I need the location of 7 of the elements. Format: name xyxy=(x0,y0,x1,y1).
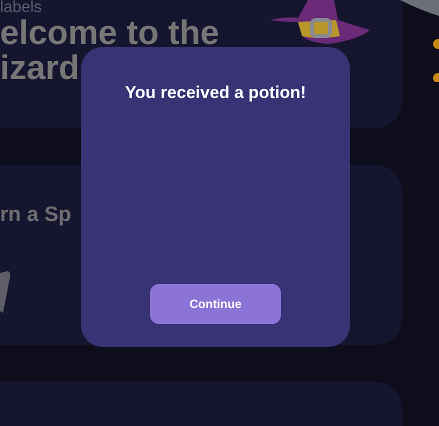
wand-icon xyxy=(0,271,12,315)
card-title: rn a Sp xyxy=(0,203,72,227)
card-title: izard xyxy=(0,51,80,86)
continue-button[interactable]: Continue xyxy=(150,284,281,324)
card-title: elcome to the xyxy=(0,16,220,51)
dialog-title: You received a potion! xyxy=(124,83,306,103)
card-caption: labels xyxy=(0,0,42,16)
